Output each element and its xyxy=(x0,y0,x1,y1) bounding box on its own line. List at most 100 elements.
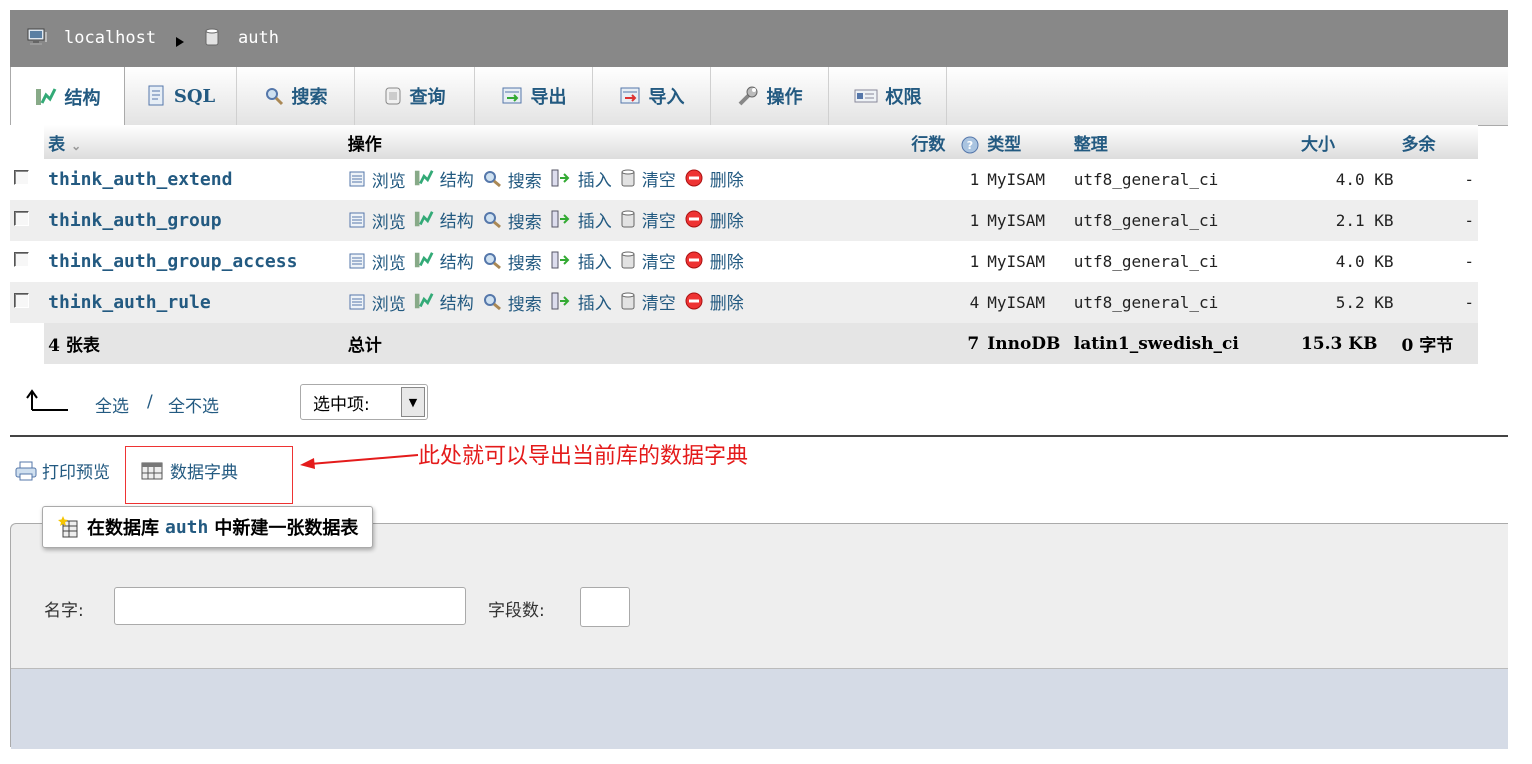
structure-icon xyxy=(414,291,434,311)
header-type[interactable]: 类型 xyxy=(983,125,1070,159)
tab-export-label: 导出 xyxy=(530,87,567,108)
action-insert-link[interactable]: 插入 xyxy=(550,207,612,232)
row-actions: 浏览 结构 搜索 插入 清空 删除 xyxy=(343,241,875,282)
with-selected-dropdown[interactable]: 选中项: ▼ xyxy=(300,384,428,420)
create-table-panel xyxy=(10,523,1508,749)
tab-operations[interactable]: 操作 xyxy=(711,67,829,125)
row-engine: MyISAM xyxy=(983,282,1070,323)
action-structure-link[interactable]: 结构 xyxy=(414,166,474,191)
search-icon xyxy=(265,88,283,106)
row-collation: utf8_general_ci xyxy=(1069,159,1297,200)
annotation-text: 此处就可以导出当前库的数据字典 xyxy=(418,444,749,469)
search-icon xyxy=(482,211,502,229)
action-drop-link[interactable]: 删除 xyxy=(684,166,744,191)
table-name-link[interactable]: think_auth_rule xyxy=(44,282,344,323)
footer-total: 总计 xyxy=(343,323,875,364)
action-empty-link[interactable]: 清空 xyxy=(620,248,676,273)
row-overhead: - xyxy=(1397,282,1478,323)
action-structure-label: 结构 xyxy=(439,252,474,273)
tab-privileges[interactable]: 权限 xyxy=(829,67,947,125)
row-checkbox[interactable] xyxy=(14,292,29,308)
action-structure-link[interactable]: 结构 xyxy=(414,207,474,232)
action-browse-link[interactable]: 浏览 xyxy=(348,290,406,315)
breadcrumb-server[interactable]: localhost xyxy=(64,28,156,48)
header-table[interactable]: 表 ⌄ xyxy=(44,125,344,159)
row-size: 4.0 KB xyxy=(1296,159,1398,200)
action-structure-link[interactable]: 结构 xyxy=(414,248,474,273)
field-count-input[interactable] xyxy=(580,587,630,627)
action-drop-link[interactable]: 删除 xyxy=(684,289,744,314)
row-count: 1 xyxy=(874,159,984,200)
action-browse-link[interactable]: 浏览 xyxy=(348,167,406,192)
action-structure-link[interactable]: 结构 xyxy=(414,289,474,314)
row-checkbox[interactable] xyxy=(14,210,29,226)
insert-icon xyxy=(550,250,572,270)
action-search-link[interactable]: 搜索 xyxy=(482,167,542,192)
select-none-link[interactable]: 全不选 xyxy=(168,392,219,417)
action-empty-link[interactable]: 清空 xyxy=(620,207,676,232)
tab-query[interactable]: 查询 xyxy=(355,67,475,125)
tab-export[interactable]: 导出 xyxy=(475,67,593,125)
row-overhead: - xyxy=(1397,159,1478,200)
breadcrumb-database[interactable]: auth xyxy=(238,28,279,48)
action-empty-link[interactable]: 清空 xyxy=(620,166,676,191)
action-drop-link[interactable]: 删除 xyxy=(684,207,744,232)
action-insert-link[interactable]: 插入 xyxy=(550,166,612,191)
divider xyxy=(10,435,1508,437)
database-icon xyxy=(204,27,220,52)
drop-icon xyxy=(684,291,704,311)
select-divider: / xyxy=(147,392,153,412)
action-insert-label: 插入 xyxy=(577,170,612,191)
footer-size: 15.3 KB xyxy=(1296,323,1398,364)
action-search-label: 搜索 xyxy=(507,212,542,233)
table-name-link[interactable]: think_auth_group_access xyxy=(44,241,344,282)
tab-sql[interactable]: SQL xyxy=(125,67,237,125)
tab-query-label: 查询 xyxy=(409,87,446,108)
tab-structure[interactable]: 结构 xyxy=(10,67,125,126)
drop-icon xyxy=(684,250,704,270)
header-checkbox-cell xyxy=(10,125,45,159)
action-search-link[interactable]: 搜索 xyxy=(482,249,542,274)
header-size[interactable]: 大小 xyxy=(1296,125,1398,159)
help-icon[interactable]: ? xyxy=(961,136,979,154)
tab-import[interactable]: 导入 xyxy=(593,67,711,125)
header-collation[interactable]: 整理 xyxy=(1069,125,1297,159)
header-rows[interactable]: 行数 ? xyxy=(874,125,984,159)
action-insert-link[interactable]: 插入 xyxy=(550,248,612,273)
tab-search[interactable]: 搜索 xyxy=(237,67,355,125)
table-name-link[interactable]: think_auth_extend xyxy=(44,159,344,200)
table-name-link[interactable]: think_auth_group xyxy=(44,200,344,241)
action-insert-label: 插入 xyxy=(577,211,612,232)
insert-icon xyxy=(550,168,572,188)
header-overhead[interactable]: 多余 xyxy=(1397,125,1478,159)
sort-indicator-icon: ⌄ xyxy=(71,138,82,153)
action-browse-link[interactable]: 浏览 xyxy=(348,249,406,274)
action-insert-link[interactable]: 插入 xyxy=(550,289,612,314)
action-empty-link[interactable]: 清空 xyxy=(620,289,676,314)
action-drop-link[interactable]: 删除 xyxy=(684,248,744,273)
table-name-input[interactable] xyxy=(114,587,466,625)
row-checkbox[interactable] xyxy=(14,251,29,267)
print-view-link[interactable]: 打印预览 xyxy=(14,458,110,483)
footer-count: 4 张表 xyxy=(44,323,344,364)
action-browse-link[interactable]: 浏览 xyxy=(348,208,406,233)
sql-icon xyxy=(148,85,164,106)
action-search-link[interactable]: 搜索 xyxy=(482,290,542,315)
export-icon xyxy=(502,87,521,104)
printer-icon xyxy=(15,461,37,480)
browse-icon xyxy=(348,293,366,311)
select-all-link[interactable]: 全选 xyxy=(95,392,129,417)
import-icon xyxy=(620,87,639,104)
row-checkbox[interactable] xyxy=(14,169,29,185)
search-icon xyxy=(482,170,502,188)
table-row[interactable]: think_auth_group_access 浏览 结构 搜索 插入 清空 删除 1 MyIS… xyxy=(10,241,1478,282)
annotation-arrow-icon xyxy=(300,454,419,469)
highlight-box xyxy=(125,446,293,504)
table-row[interactable]: think_auth_group 浏览 结构 搜索 插入 清空 删除 1 MyISAM utf8_… xyxy=(10,200,1478,241)
table-row[interactable]: think_auth_extend 浏览 结构 搜索 插入 清空 删除 1 MyISAM utf8… xyxy=(10,159,1478,200)
chevron-down-icon: ▼ xyxy=(401,387,425,417)
tab-structure-label: 结构 xyxy=(64,87,101,109)
empty-icon xyxy=(620,168,636,188)
table-row[interactable]: think_auth_rule 浏览 结构 搜索 插入 清空 删除 4 MyISAM utf8_g… xyxy=(10,282,1478,323)
action-search-link[interactable]: 搜索 xyxy=(482,208,542,233)
